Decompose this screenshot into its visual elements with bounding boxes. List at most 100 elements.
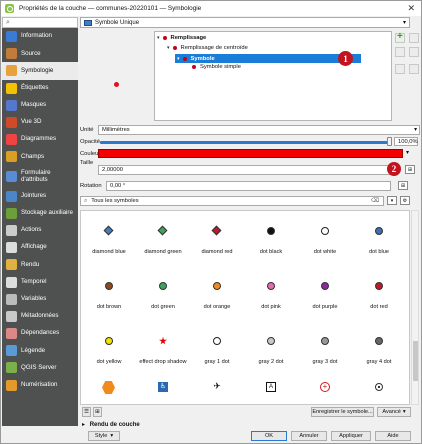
tree-node-simple-marker[interactable]: Symbole simple [192,64,241,70]
symbol-cell[interactable]: dot green [137,266,189,321]
symbol-star-icon [159,337,167,345]
symbol-library-grid: diamond blue diamond green diamond red dot … [80,210,410,405]
symbol-cell[interactable]: gray 3 dot [299,321,351,376]
ok-button[interactable]: OK [251,431,287,441]
symbol-grid-scrollbar[interactable] [411,210,419,405]
sidebar-item-8[interactable]: Formulaire d'attributs [2,166,78,188]
clear-icon[interactable]: ⌫ [371,198,379,204]
unit-row: Unité Millimètres ▾ [80,124,420,135]
apply-button[interactable]: Appliquer [331,431,371,441]
sidebar-item-20[interactable]: Numérisation [2,377,78,394]
size-spinbox[interactable]: 2,00000 [98,165,393,175]
qgis-logo-icon [5,4,14,13]
unit-select[interactable]: Millimètres ▾ [98,124,420,135]
sidebar-item-13[interactable]: Rendu [2,256,78,273]
sidebar-item-9[interactable]: Jointures [2,188,78,205]
rotation-spinbox[interactable]: 0,00 ° [106,180,391,191]
sidebar-item-14[interactable]: Temporel [2,273,78,290]
sidebar-item-16[interactable]: Métadonnées [2,308,78,325]
symbol-cell[interactable]: + [299,376,351,404]
duplicate-layer-button[interactable] [409,64,419,74]
tree-node-label: Symbole [190,55,215,62]
symbol-cell[interactable]: ✈ [191,376,243,404]
renderer-type-select[interactable]: Symbole Unique ▾ [80,17,410,28]
chevron-down-icon[interactable]: ▾ [406,149,409,156]
sidebar-item-2[interactable]: Symbologie [2,62,78,80]
symbol-cell[interactable]: A [245,376,297,404]
color-button[interactable] [98,149,403,158]
close-icon[interactable]: ✕ [407,3,415,14]
icon-view-icon[interactable]: ⊞ [93,407,102,417]
filter-options-icon[interactable]: ▾ [387,196,397,205]
symbol-preview [80,31,152,121]
sidebar-item-19[interactable]: QGIS Server [2,359,78,376]
sidebar-item-4[interactable]: Masques [2,97,78,114]
centroid-swatch-icon [172,46,177,50]
symbol-cell[interactable]: gray 4 dot [353,321,405,376]
symbol-cell[interactable]: ♿ [137,376,189,404]
lock-layer-button[interactable] [395,64,405,74]
symbol-cell[interactable]: dot red [353,266,405,321]
opacity-spinbox[interactable]: 100,0% [394,137,418,146]
move-up-button[interactable] [409,33,419,43]
symbol-cell[interactable]: gray 2 dot [245,321,297,376]
symbol-cell[interactable] [83,376,135,404]
add-layer-button[interactable] [395,31,405,43]
symbol-cell[interactable]: dot white [299,211,351,266]
sidebar-item-3[interactable]: Étiquettes [2,80,78,97]
symbol-cell[interactable]: effect drop shadow [137,321,189,376]
sidebar-item-7[interactable]: Champs [2,148,78,165]
collapse-icon: ▾ [167,45,170,51]
sidebar-item-15[interactable]: Variables [2,291,78,308]
symbol-dot-icon [213,282,221,290]
advanced-button[interactable]: Avancé ▾ [377,407,411,417]
symbol-filter-input[interactable]: ⌕ Tous les symboles ⌫ [80,196,384,206]
sidebar-item-1[interactable]: Source [2,45,78,62]
style-manager-icon[interactable]: ⚙ [400,196,410,205]
layer-rendering-label: Rendu de couche [89,422,140,428]
size-data-defined-icon[interactable]: ⊞ [405,165,415,174]
cancel-button[interactable]: Annuler [291,431,327,441]
list-view-icon[interactable]: ☰ [82,407,91,417]
sidebar-item-5[interactable]: Vue 3D [2,114,78,131]
symbol-cell[interactable]: dot purple [299,266,351,321]
tree-node-symbol[interactable]: ▾ Symbole [175,54,361,63]
sidebar-item-label: Temporel [21,277,47,285]
symbol-cell[interactable]: diamond green [137,211,189,266]
layer-rendering-section[interactable]: ▸ Rendu de couche [82,421,140,428]
sidebar-item-6[interactable]: Diagrammes [2,131,78,148]
remove-layer-button[interactable] [395,47,405,57]
sidebar-item-10[interactable]: Stockage auxiliaire [2,205,78,222]
symbol-cell[interactable]: gray 1 dot [191,321,243,376]
tree-node-fill[interactable]: ▾ Remplissage [157,35,206,41]
symbol-cell[interactable]: diamond red [191,211,243,266]
style-button[interactable]: Style ▾ [88,431,120,441]
symbol-cell[interactable]: dot pink [245,266,297,321]
opacity-slider[interactable] [100,141,390,144]
sidebar-item-0[interactable]: Information [2,28,78,45]
save-symbol-button[interactable]: Enregistrer le symbole... [311,407,374,417]
help-button[interactable]: Aide [375,431,411,441]
symbol-cell[interactable]: dot orange [191,266,243,321]
move-down-button[interactable] [409,47,419,57]
sidebar-search-input[interactable]: ⌕ [2,17,78,28]
symbol-cell[interactable]: dot blue [353,211,405,266]
opacity-slider-handle[interactable] [387,137,392,146]
symbol-name: gray 4 dot [366,359,392,365]
rotation-data-defined-icon[interactable]: ⊞ [398,181,408,190]
sidebar-item-11[interactable]: Actions [2,222,78,239]
symbol-cell[interactable] [353,376,405,404]
scrollbar-thumb[interactable] [413,341,418,381]
symbol-cell[interactable]: diamond blue [83,211,135,266]
sidebar-item-18[interactable]: Légende [2,342,78,359]
sidebar-item-12[interactable]: Affichage [2,239,78,256]
sidebar-item-17[interactable]: Dépendances [2,325,78,342]
symbol-cell[interactable]: dot yellow [83,321,135,376]
symbol-name: diamond green [144,249,182,255]
dependencies-icon [6,328,17,340]
tree-node-centroid-fill[interactable]: ▾ Remplissage de centroïde [167,45,248,51]
annotation-badge-2: 2 [387,162,401,176]
symbol-cell[interactable]: dot black [245,211,297,266]
symbol-cell[interactable]: dot brown [83,266,135,321]
sidebar-item-label: Actions [21,226,42,234]
